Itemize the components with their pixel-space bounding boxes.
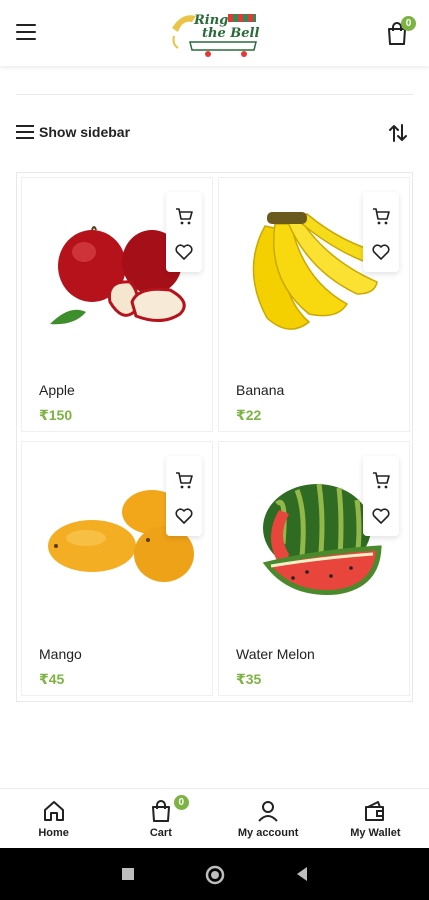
show-sidebar-label: Show sidebar: [39, 124, 131, 140]
add-to-cart-button[interactable]: [174, 470, 194, 490]
heart-icon: [372, 244, 390, 260]
add-to-wishlist-button[interactable]: [371, 506, 391, 526]
nav-account-label: My account: [237, 827, 299, 839]
product-actions: [363, 192, 399, 272]
cart-icon: [373, 472, 390, 489]
cart-icon: [176, 208, 193, 225]
add-to-wishlist-button[interactable]: [371, 242, 391, 262]
list-icon: [16, 125, 34, 139]
cart-icon: [176, 472, 193, 489]
add-to-cart-button[interactable]: [174, 206, 194, 226]
product-card-banana[interactable]: Banana ₹22: [218, 177, 410, 432]
sort-arrows-icon: [389, 124, 407, 142]
nav-wallet[interactable]: My Wallet: [322, 789, 429, 848]
product-price: ₹45: [39, 671, 65, 687]
product-name[interactable]: Mango: [39, 646, 82, 662]
product-actions: [363, 456, 399, 536]
nav-wallet-label: My Wallet: [350, 827, 401, 839]
product-name[interactable]: Water Melon: [236, 646, 315, 662]
cart-count-badge: 0: [401, 16, 416, 31]
nav-cart-label: Cart: [149, 827, 172, 839]
shopping-bag-icon: [151, 800, 170, 822]
sort-button[interactable]: [387, 122, 409, 144]
add-to-cart-button[interactable]: [371, 206, 391, 226]
square-icon: [122, 868, 134, 880]
heart-icon: [372, 508, 390, 524]
wallet-icon: [365, 801, 385, 821]
add-to-wishlist-button[interactable]: [174, 242, 194, 262]
product-card-mango[interactable]: Mango ₹45: [21, 441, 213, 696]
recents-button[interactable]: [118, 864, 138, 884]
product-grid: Apple ₹150 Banana ₹22 Mango ₹45 Water Me…: [16, 172, 413, 702]
triangle-back-icon: [297, 867, 307, 881]
nav-account[interactable]: My account: [215, 789, 322, 848]
add-to-wishlist-button[interactable]: [174, 506, 194, 526]
circle-icon: [205, 865, 225, 885]
bottom-navigation: Home 0 Cart My account My Wallet: [0, 788, 429, 848]
logo-text-line2: the Bell: [202, 26, 260, 41]
heart-icon: [175, 244, 193, 260]
home-icon: [43, 801, 64, 821]
nav-cart-count-badge: 0: [173, 795, 189, 810]
back-button[interactable]: [292, 864, 312, 884]
product-actions: [166, 192, 202, 272]
app-header: Ring the Bell 0: [0, 0, 429, 66]
shop-toolbar: Show sidebar: [16, 118, 413, 150]
product-actions: [166, 456, 202, 536]
product-name[interactable]: Apple: [39, 382, 75, 398]
product-card-apple[interactable]: Apple ₹150: [21, 177, 213, 432]
nav-cart[interactable]: 0 Cart: [107, 789, 214, 848]
nav-home[interactable]: Home: [0, 789, 107, 848]
heart-icon: [175, 508, 193, 524]
add-to-cart-button[interactable]: [371, 470, 391, 490]
system-navigation-bar: [0, 848, 429, 900]
user-icon: [258, 801, 278, 822]
home-system-button[interactable]: [204, 864, 225, 885]
cart-icon: [373, 208, 390, 225]
product-card-watermelon[interactable]: Water Melon ₹35: [218, 441, 410, 696]
product-price: ₹35: [236, 671, 262, 687]
product-price: ₹22: [236, 407, 262, 423]
product-price: ₹150: [39, 407, 73, 423]
divider: [16, 94, 413, 95]
show-sidebar-button[interactable]: Show sidebar: [16, 124, 130, 140]
brand-logo[interactable]: Ring the Bell: [168, 8, 262, 58]
menu-icon[interactable]: [16, 24, 36, 40]
nav-home-label: Home: [38, 827, 69, 839]
product-name[interactable]: Banana: [236, 382, 284, 398]
header-cart-button[interactable]: 0: [386, 16, 416, 46]
